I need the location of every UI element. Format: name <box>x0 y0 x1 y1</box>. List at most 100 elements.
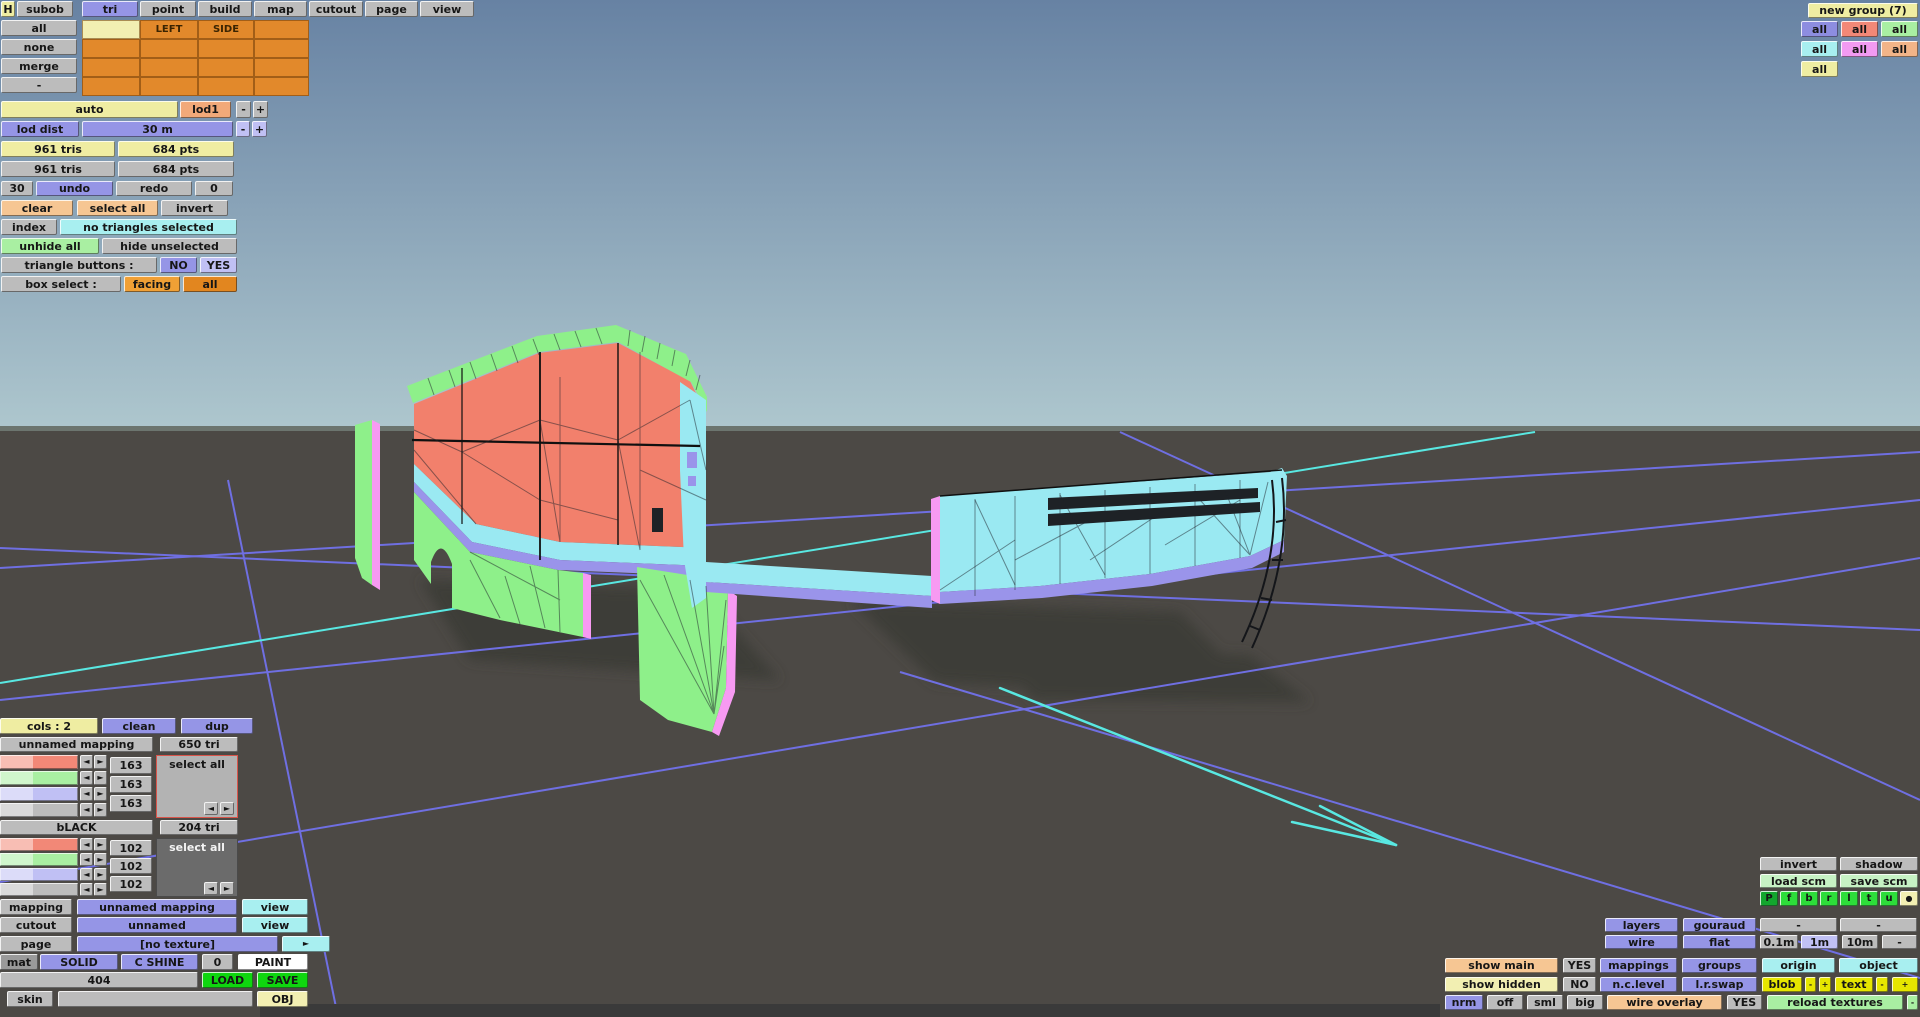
mappings-button[interactable]: mappings <box>1600 958 1677 973</box>
subob-grid-cell[interactable] <box>82 58 140 77</box>
hide-unselected-button[interactable]: hide unselected <box>102 238 237 254</box>
menu-item-point[interactable]: point <box>140 1 196 17</box>
origin-button[interactable]: origin <box>1762 958 1835 973</box>
blob-minus-button[interactable]: - <box>1805 977 1816 992</box>
show-main-button[interactable]: show main <box>1445 958 1558 973</box>
cutout-view-button[interactable]: view <box>242 917 308 933</box>
show-hidden-button[interactable]: show hidden <box>1445 977 1558 992</box>
clean-button[interactable]: clean <box>102 718 176 734</box>
mapping2-value[interactable]: 102 <box>110 840 152 856</box>
nrm-sml-button[interactable]: sml <box>1527 995 1563 1010</box>
triangle-buttons-no[interactable]: NO <box>160 257 197 273</box>
subob-grid-cell-side[interactable]: SIDE <box>198 20 254 39</box>
mapping1-value[interactable]: 163 <box>110 776 152 793</box>
box-select-all[interactable]: all <box>183 276 237 292</box>
cutout-row-label[interactable]: cutout <box>0 917 72 933</box>
stepper-left-icon[interactable]: ◄ <box>80 883 93 896</box>
group-all-pink[interactable]: all <box>1841 41 1878 57</box>
grid-01m-button[interactable]: 0.1m <box>1760 935 1798 949</box>
mapping-view-button[interactable]: view <box>242 899 308 915</box>
mapping1-slider-red[interactable] <box>0 755 78 769</box>
stepper-left-icon[interactable]: ◄ <box>80 853 93 866</box>
stepper-left-icon[interactable]: ◄ <box>204 882 218 895</box>
view-key-dot-icon[interactable]: ● <box>1900 891 1918 906</box>
menu-h-button[interactable]: H <box>1 1 15 17</box>
subob-grid-cell[interactable] <box>254 39 309 58</box>
show-main-yes[interactable]: YES <box>1563 958 1596 973</box>
page-next-icon[interactable]: ► <box>282 936 330 952</box>
stepper-right-icon[interactable]: ► <box>94 787 107 801</box>
mapping-row-label[interactable]: mapping <box>0 899 72 915</box>
subob-grid-cell[interactable] <box>140 77 198 96</box>
menu-item-cutout[interactable]: cutout <box>309 1 363 17</box>
index-button[interactable]: index <box>1 219 57 235</box>
view-key-p[interactable]: P <box>1760 891 1778 906</box>
text-plus-button[interactable]: + <box>1892 977 1918 992</box>
clear-button[interactable]: clear <box>1 200 73 216</box>
mapping2-slider-red[interactable] <box>0 838 78 851</box>
subob-grid-cell[interactable] <box>254 58 309 77</box>
file-number[interactable]: 404 <box>0 972 198 988</box>
stepper-right-icon[interactable]: ► <box>94 755 107 769</box>
mapping2-slider-gray[interactable] <box>0 883 78 896</box>
stepper-right-icon[interactable]: ► <box>94 838 107 851</box>
subob-merge-button[interactable]: merge <box>1 58 77 74</box>
group-all-cyan[interactable]: all <box>1801 41 1838 57</box>
subob-grid-cell[interactable] <box>82 20 140 39</box>
subob-grid-cell[interactable] <box>254 20 309 39</box>
new-group-button[interactable]: new group (7) <box>1808 3 1918 18</box>
load-scm-button[interactable]: load scm <box>1760 874 1837 888</box>
nrm-button[interactable]: nrm <box>1445 995 1483 1010</box>
grid-10m-button[interactable]: 10m <box>1842 935 1878 949</box>
mapping2-name[interactable]: bLACK <box>0 820 153 835</box>
mapping1-select-all-box[interactable]: select all ◄ ► <box>156 755 238 818</box>
view-key-r[interactable]: r <box>1820 891 1838 906</box>
mapping1-select-all-label[interactable]: select all <box>157 759 237 770</box>
nrm-big-button[interactable]: big <box>1567 995 1603 1010</box>
group-all-peach[interactable]: all <box>1881 41 1918 57</box>
nc-level-button[interactable]: n.c.level <box>1600 977 1677 992</box>
subob-grid-cell[interactable] <box>198 39 254 58</box>
group-all-green[interactable]: all <box>1881 21 1918 37</box>
mat-label[interactable]: mat <box>0 954 38 970</box>
obj-button[interactable]: OBJ <box>257 991 308 1007</box>
skin-label[interactable]: skin <box>7 991 53 1007</box>
mapping1-slider-gray[interactable] <box>0 803 78 817</box>
invert-view-button[interactable]: invert <box>1760 857 1837 871</box>
blob-plus-button[interactable]: + <box>1819 977 1831 992</box>
dup-button[interactable]: dup <box>181 718 253 734</box>
subob-grid-cell[interactable] <box>140 58 198 77</box>
subob-grid-cell[interactable] <box>254 77 309 96</box>
view-key-l[interactable]: l <box>1840 891 1858 906</box>
stepper-left-icon[interactable]: ◄ <box>80 803 93 817</box>
menu-item-page[interactable]: page <box>365 1 418 17</box>
mapping2-value[interactable]: 102 <box>110 858 152 874</box>
text-minus-button[interactable]: - <box>1876 977 1888 992</box>
load-button[interactable]: LOAD <box>202 972 253 988</box>
view-key-f[interactable]: f <box>1780 891 1798 906</box>
unhide-all-button[interactable]: unhide all <box>1 238 99 254</box>
layers-dash-button[interactable]: - <box>1760 918 1837 932</box>
lod-dist-value[interactable]: 30 m <box>82 121 233 137</box>
subob-dash-button[interactable]: - <box>1 77 77 93</box>
layers-button[interactable]: layers <box>1605 918 1678 932</box>
menu-item-subob[interactable]: subob <box>17 1 73 17</box>
cols-button[interactable]: cols : 2 <box>0 718 98 734</box>
text-button[interactable]: text <box>1835 977 1873 992</box>
mapping2-slider-green[interactable] <box>0 853 78 866</box>
mapping1-slider-blue[interactable] <box>0 787 78 801</box>
mapping2-select-all-box[interactable]: select all ◄ ► <box>156 838 238 897</box>
menu-item-map[interactable]: map <box>254 1 307 17</box>
page-row-value[interactable]: [no texture] <box>77 936 278 952</box>
lod-dist-plus-button[interactable]: + <box>252 121 267 137</box>
mapping2-value[interactable]: 102 <box>110 876 152 892</box>
triangle-buttons-yes[interactable]: YES <box>200 257 237 273</box>
subob-grid-cell[interactable] <box>82 77 140 96</box>
subob-grid-cell-left[interactable]: LEFT <box>140 20 198 39</box>
invert-button[interactable]: invert <box>161 200 228 216</box>
show-hidden-no[interactable]: NO <box>1563 977 1596 992</box>
view-key-t[interactable]: t <box>1860 891 1878 906</box>
lod-plus-button[interactable]: + <box>253 101 268 118</box>
box-select-facing[interactable]: facing <box>124 276 180 292</box>
subob-grid-cell[interactable] <box>198 58 254 77</box>
